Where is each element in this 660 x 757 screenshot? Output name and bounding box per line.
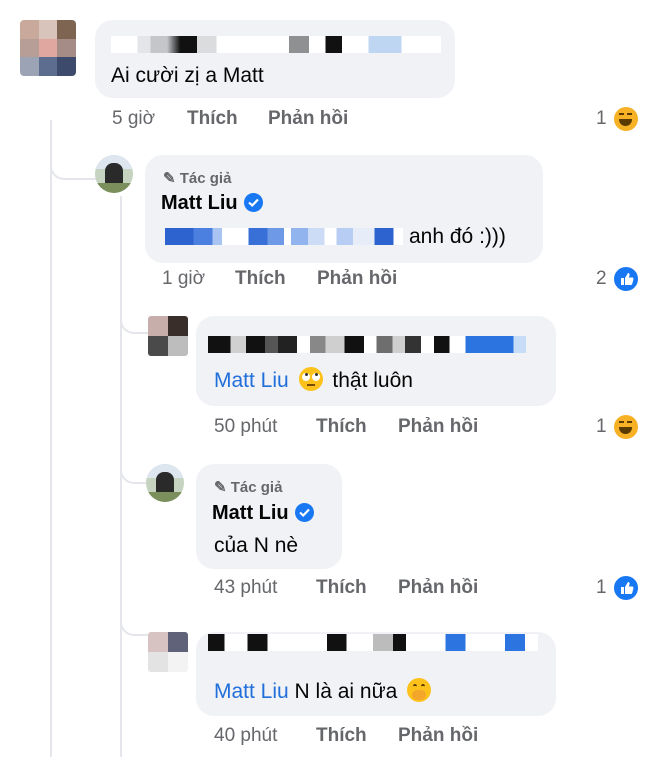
thread-line-main: [50, 120, 52, 757]
author-avatar[interactable]: [95, 155, 133, 193]
reply-button[interactable]: Phản hồi: [317, 268, 397, 290]
comment-time[interactable]: 40 phút: [214, 725, 277, 747]
pencil-icon: ✎: [163, 170, 176, 187]
comment-body: Matt Liu thật luôn: [214, 367, 413, 393]
comment-time[interactable]: 5 giờ: [112, 108, 155, 130]
blurred-text: [165, 228, 403, 245]
verified-icon: [243, 193, 263, 212]
reply-button[interactable]: Phản hồi: [268, 108, 348, 130]
like-icon[interactable]: [612, 265, 640, 293]
author-name-row[interactable]: Matt Liu: [161, 192, 263, 215]
comment-bubble-5: Matt Liu N là ai nữa: [196, 632, 556, 716]
reaction-count[interactable]: 1: [596, 577, 607, 599]
blurred-name: [208, 336, 526, 353]
like-button[interactable]: Thích: [316, 725, 367, 747]
comment-time[interactable]: 50 phút: [214, 416, 277, 438]
author-badge: ✎ Tác giả: [214, 479, 283, 496]
comment-text: anh đó :))): [409, 225, 506, 248]
blurred-name: [111, 36, 441, 53]
verified-icon: [294, 503, 314, 522]
reply-button[interactable]: Phản hồi: [398, 577, 478, 599]
author-name[interactable]: Matt Liu: [161, 192, 238, 214]
comment-text: thật luôn: [332, 369, 413, 392]
haha-icon[interactable]: [612, 413, 640, 441]
hand-over-mouth-emoji-icon: [407, 678, 432, 702]
rolling-eyes-emoji-icon: [298, 367, 323, 391]
avatar-pixelated[interactable]: [148, 632, 188, 672]
author-name-row[interactable]: Matt Liu: [212, 502, 314, 525]
avatar-pixelated[interactable]: [20, 20, 76, 76]
comment-bubble-1: Ai cười zị a Matt: [95, 20, 455, 98]
reply-button[interactable]: Phản hồi: [398, 416, 478, 438]
like-icon[interactable]: [612, 574, 640, 602]
thread-connector-4: [120, 618, 148, 636]
author-name[interactable]: Matt Liu: [212, 502, 289, 524]
like-button[interactable]: Thích: [316, 416, 367, 438]
reaction-count[interactable]: 2: [596, 268, 607, 290]
reaction-count[interactable]: 1: [596, 108, 607, 130]
mention-link[interactable]: Matt Liu: [214, 369, 289, 392]
reply-button[interactable]: Phản hồi: [398, 725, 478, 747]
thread-connector-1: [50, 160, 96, 180]
comment-body: Matt Liu N là ai nữa: [214, 678, 435, 704]
comment-bubble-2: ✎ Tác giả Matt Liu anh đó :))): [145, 155, 543, 263]
like-button[interactable]: Thích: [235, 268, 286, 290]
mention-link[interactable]: Matt Liu: [214, 680, 289, 703]
comment-time[interactable]: 43 phút: [214, 577, 277, 599]
like-button[interactable]: Thích: [187, 108, 238, 130]
avatar-pixelated[interactable]: [148, 316, 188, 356]
reaction-count[interactable]: 1: [596, 416, 607, 438]
comment-bubble-4: ✎ Tác giả Matt Liu của N nè: [196, 464, 342, 569]
comment-text: Ai cười zị a Matt: [111, 64, 264, 87]
thread-connector-2: [120, 316, 148, 334]
like-button[interactable]: Thích: [316, 577, 367, 599]
comment-bubble-3: Matt Liu thật luôn: [196, 316, 556, 406]
pencil-icon: ✎: [214, 479, 227, 496]
author-avatar[interactable]: [146, 464, 184, 502]
comment-text: của N nè: [214, 534, 299, 557]
comment-text: N là ai nữa: [294, 680, 398, 703]
comment-time[interactable]: 1 giờ: [162, 268, 205, 290]
haha-icon[interactable]: [612, 105, 640, 133]
blurred-name: [208, 634, 538, 651]
thread-connector-3: [120, 466, 148, 484]
author-badge: ✎ Tác giả: [163, 170, 232, 187]
